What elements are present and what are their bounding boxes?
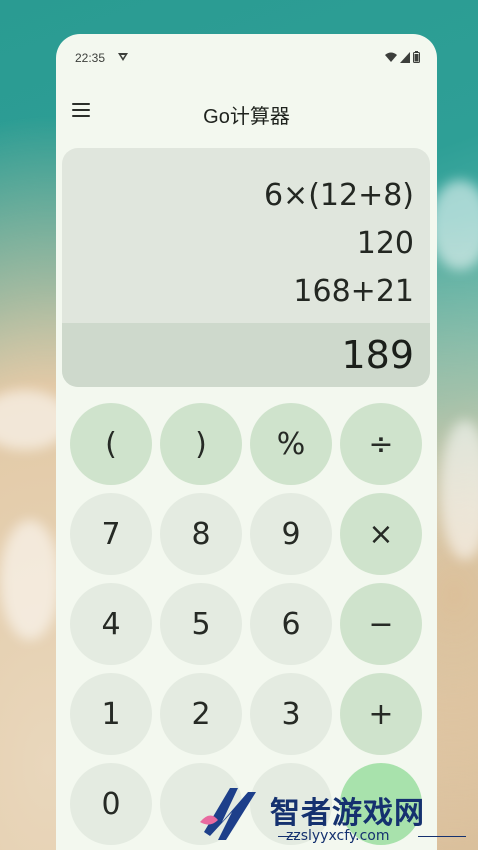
battery-icon (413, 51, 420, 63)
key-minus-button[interactable]: − (340, 583, 422, 665)
watermark-divider (418, 836, 466, 837)
status-time: 22:35 (75, 51, 106, 65)
key-6-button[interactable]: 6 (250, 583, 332, 665)
key-plus-button[interactable]: + (340, 673, 422, 755)
key-2-button[interactable]: 2 (160, 673, 242, 755)
watermark: 智者游戏网 zzslyyxcfy.com (196, 782, 478, 850)
watermark-url: zzslyyxcfy.com (286, 828, 390, 844)
result-value: 189 (341, 333, 414, 377)
history-expression: 6×(12+8) (263, 178, 414, 213)
key-open-paren-button[interactable]: ( (70, 403, 152, 485)
background-foam (440, 420, 478, 560)
watermark-logo-icon (200, 788, 256, 840)
history-result: 120 (356, 226, 414, 261)
signal-icon (400, 51, 410, 63)
key-divide-button[interactable]: ÷ (340, 403, 422, 485)
status-bar: 22:35 (56, 34, 437, 80)
key-multiply-button[interactable]: × (340, 493, 422, 575)
key-9-button[interactable]: 9 (250, 493, 332, 575)
key-1-button[interactable]: 1 (70, 673, 152, 755)
current-expression: 168+21 (293, 274, 414, 309)
app-title: Go计算器 (203, 106, 290, 128)
key-4-button[interactable]: 4 (70, 583, 152, 665)
key-3-button[interactable]: 3 (250, 673, 332, 755)
app-bar: Go计算器 (56, 92, 437, 132)
background-foam (0, 520, 60, 640)
app-window: 22:35 Go计算器 6×(12+8) 120 168+21 189 () … (56, 34, 437, 850)
key-percent-button[interactable]: % (250, 403, 332, 485)
key-7-button[interactable]: 7 (70, 493, 152, 575)
key-close-paren-button[interactable]: ) (160, 403, 242, 485)
notification-app-icon (118, 53, 128, 61)
wifi-icon (385, 52, 397, 62)
key-5-button[interactable]: 5 (160, 583, 242, 665)
key-8-button[interactable]: 8 (160, 493, 242, 575)
watermark-text: 智者游戏网 (270, 796, 425, 831)
key-0-button[interactable]: 0 (70, 763, 152, 845)
background-foam (430, 180, 478, 270)
result-area: 189 (62, 323, 430, 387)
calculator-display: 6×(12+8) 120 168+21 189 (62, 148, 430, 387)
